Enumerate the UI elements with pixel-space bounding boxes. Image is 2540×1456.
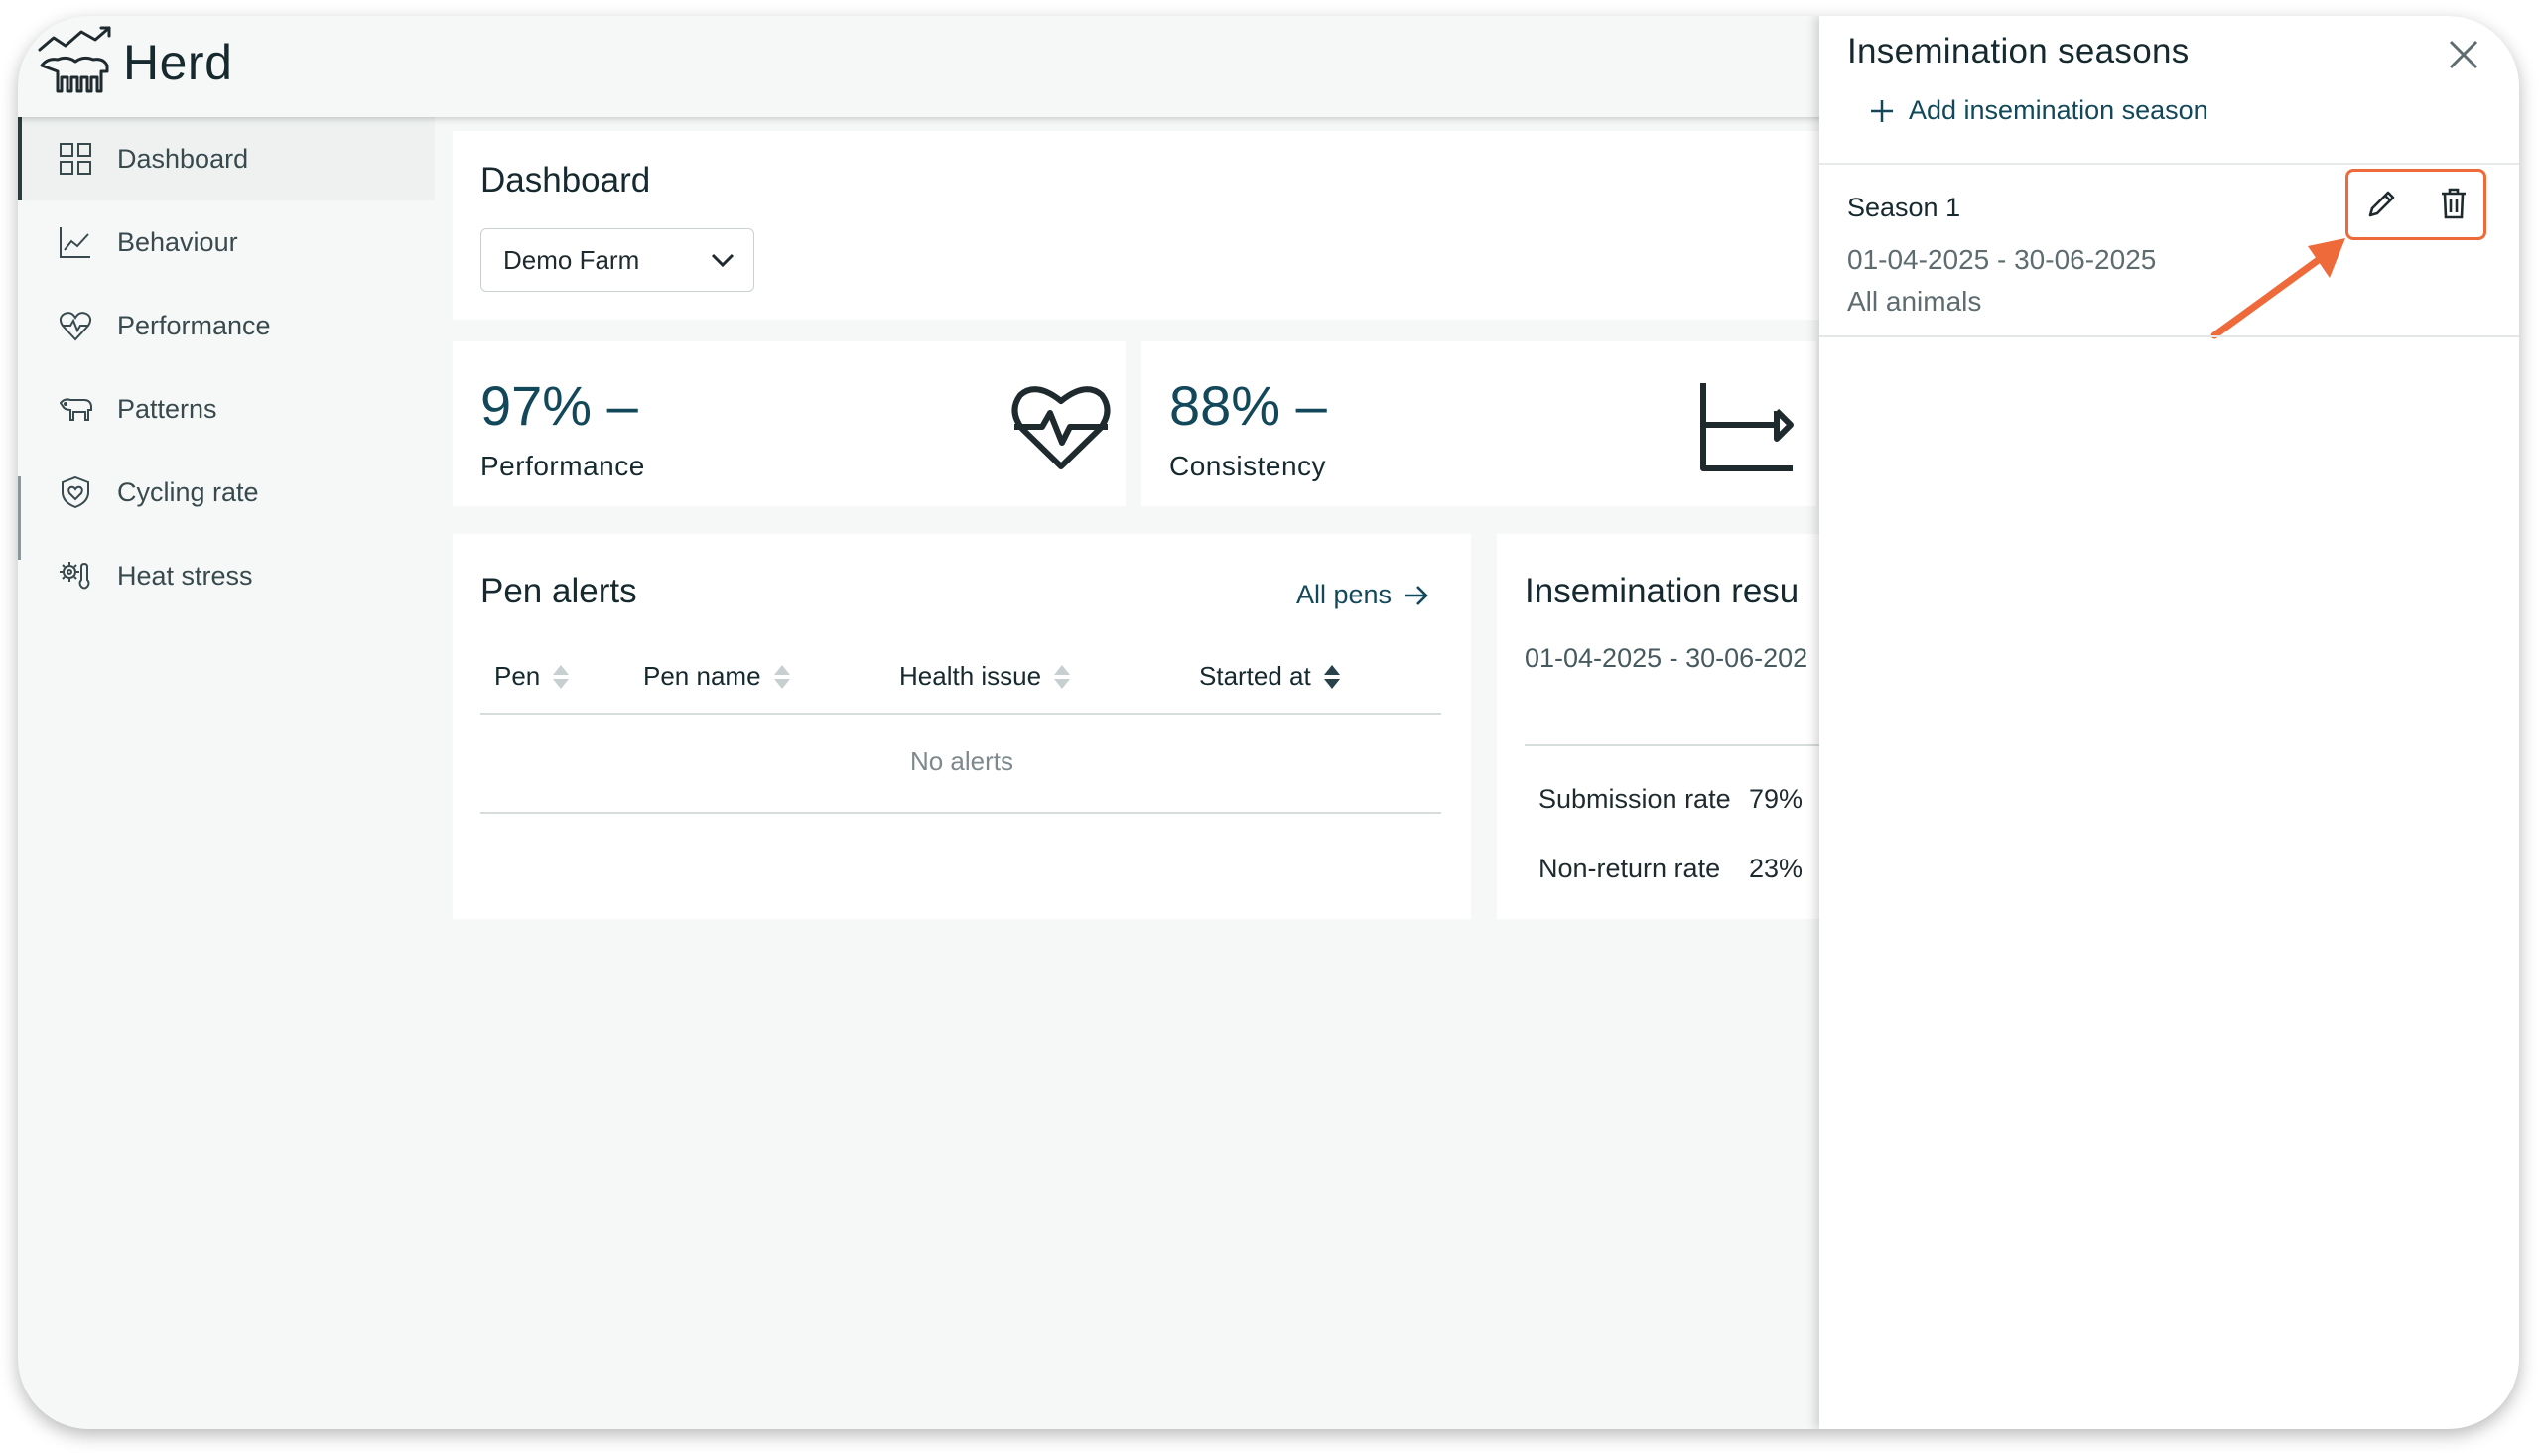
cow-icon <box>59 398 92 421</box>
column-label: Health issue <box>899 661 1042 691</box>
brand-name: Herd <box>123 35 233 90</box>
consistency-kpi-card[interactable]: 88% – Consistency <box>1141 341 1816 506</box>
sort-icon <box>553 664 570 689</box>
season-scope: All animals <box>1847 286 1982 317</box>
sort-icon <box>773 664 790 689</box>
farm-select-value: Demo Farm <box>503 244 640 275</box>
all-pens-label: All pens <box>1296 580 1393 609</box>
sort-descending-icon <box>1323 664 1340 689</box>
non-return-rate-label: Non-return rate <box>1538 854 1721 883</box>
dashboard-header-card: Dashboard Demo Farm <box>453 131 1842 320</box>
sidebar-indicator <box>18 476 21 560</box>
column-label: Pen <box>494 661 541 691</box>
sidebar-item-label: Cycling rate <box>117 476 259 507</box>
submission-rate-value: 79% <box>1749 784 1804 814</box>
sidebar-item-label: Behaviour <box>117 226 238 257</box>
sidebar-item-label: Patterns <box>117 393 217 424</box>
kpi-label: Consistency <box>1169 451 1327 481</box>
performance-kpi-card[interactable]: 97% – Performance <box>453 341 1126 506</box>
sidebar: Dashboard Behaviour Performance Patterns <box>18 117 435 1429</box>
herd-logo-icon <box>38 26 111 93</box>
season-name: Season 1 <box>1847 193 1961 222</box>
app-window: Herd Dashboard Behaviour Performance Pat… <box>18 16 2519 1429</box>
plus-icon <box>1871 99 1893 122</box>
column-header-pen-name[interactable]: Pen name <box>643 661 791 692</box>
sidebar-item-performance[interactable]: Performance <box>18 284 435 367</box>
kpi-value: 97% – <box>480 374 638 437</box>
grid-icon <box>60 143 91 175</box>
insemination-results-title: Insemination resu <box>1525 572 1800 610</box>
all-pens-link[interactable]: All pens <box>1296 580 1429 610</box>
line-chart-icon <box>60 227 90 258</box>
annotation-arrow-icon <box>2210 238 2345 339</box>
sidebar-item-patterns[interactable]: Patterns <box>18 367 435 451</box>
empty-state: No alerts <box>909 746 1014 776</box>
column-header-pen[interactable]: Pen <box>494 661 570 692</box>
table-header-divider <box>480 713 1441 715</box>
kpi-label: Performance <box>480 451 645 481</box>
sidebar-item-cycling-rate[interactable]: Cycling rate <box>18 451 435 534</box>
edit-pencil-icon[interactable] <box>2363 185 2401 222</box>
close-icon[interactable] <box>2447 38 2480 71</box>
thermometer-gear-icon <box>60 562 90 590</box>
season-divider <box>1819 335 2519 337</box>
insemination-seasons-drawer: Insemination seasons Add insemination se… <box>1819 16 2519 1429</box>
season-date-range: 01-04-2025 - 30-06-2025 <box>1847 244 2157 275</box>
sidebar-item-dashboard[interactable]: Dashboard <box>18 117 435 200</box>
sidebar-item-label: Performance <box>117 310 271 340</box>
table-divider <box>480 812 1441 814</box>
axis-arrow-icon <box>1700 383 1794 471</box>
add-season-label: Add insemination season <box>1909 95 2208 125</box>
kpi-value: 88% – <box>1169 374 1327 437</box>
insemination-results-range: 01-04-2025 - 30-06-202 <box>1525 643 1808 673</box>
page-title: Dashboard <box>480 161 651 199</box>
sidebar-item-behaviour[interactable]: Behaviour <box>18 200 435 284</box>
heart-pulse-icon <box>1011 386 1111 469</box>
column-header-health-issue[interactable]: Health issue <box>899 661 1071 692</box>
pen-alerts-card: Pen alerts All pens Pen Pen name Health … <box>453 534 1471 919</box>
column-label: Started at <box>1199 661 1311 691</box>
chevron-down-icon <box>711 253 735 268</box>
sidebar-item-heat-stress[interactable]: Heat stress <box>18 534 435 617</box>
farm-select[interactable]: Demo Farm <box>480 228 754 292</box>
column-label: Pen name <box>643 661 761 691</box>
drawer-title: Insemination seasons <box>1847 32 2190 70</box>
shield-heart-icon <box>62 475 89 509</box>
arrow-right-icon <box>1405 585 1428 605</box>
sidebar-item-label: Heat stress <box>117 560 253 591</box>
pen-alerts-title: Pen alerts <box>480 572 637 610</box>
submission-rate-label: Submission rate <box>1538 784 1731 814</box>
sort-icon <box>1054 664 1071 689</box>
heart-pulse-icon <box>59 312 92 341</box>
drawer-divider <box>1819 163 2519 165</box>
column-header-started-at[interactable]: Started at <box>1199 661 1341 692</box>
main-content: Dashboard Demo Farm 97% – Performance 88… <box>453 131 1922 1429</box>
add-insemination-season-button[interactable]: Add insemination season <box>1869 95 2208 126</box>
non-return-rate-value: 23% <box>1749 854 1804 883</box>
trash-icon[interactable] <box>2435 185 2473 222</box>
sidebar-item-label: Dashboard <box>117 143 249 174</box>
